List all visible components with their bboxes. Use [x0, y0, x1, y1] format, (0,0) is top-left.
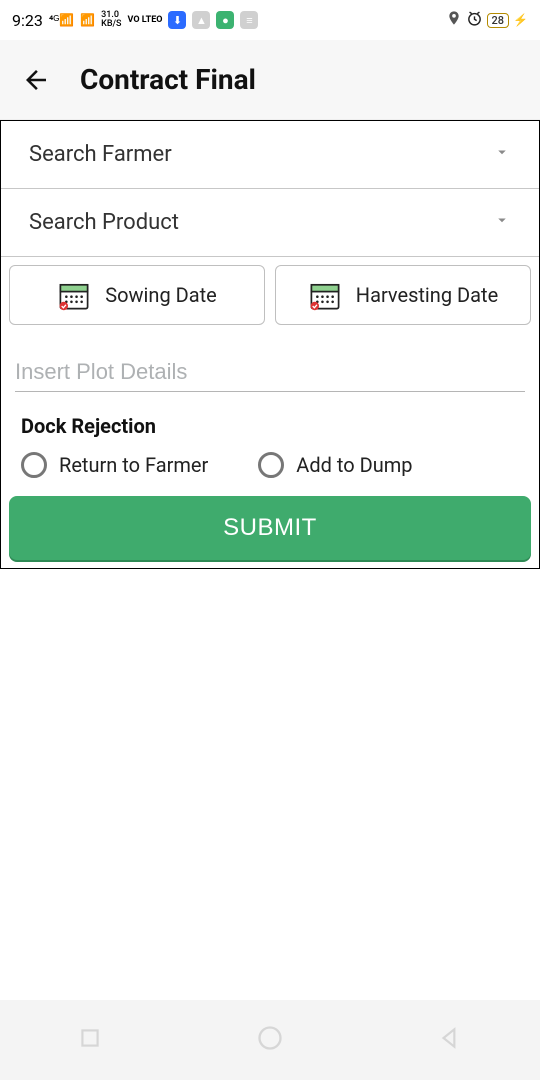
add-to-dump-radio[interactable]: Add to Dump	[258, 452, 412, 478]
status-bar: 9:23 ⁴ᴳ📶 📶 31.0KB/S VO LTEO ⬇ ▲ ● ≡ 28 ⚡	[0, 0, 540, 40]
app-icon-1: ⬇	[168, 11, 186, 29]
form-container: Search Farmer Search Product Sowing Date…	[0, 120, 540, 569]
return-to-farmer-label: Return to Farmer	[59, 453, 208, 477]
alarm-icon	[466, 10, 483, 31]
farmer-dropdown-label: Search Farmer	[29, 142, 172, 167]
app-icon-4: ≡	[240, 11, 258, 29]
dock-rejection-title: Dock Rejection	[21, 414, 519, 438]
radio-unchecked-icon	[21, 452, 47, 478]
app-header: Contract Final	[0, 40, 540, 120]
calendar-icon	[57, 278, 91, 312]
add-to-dump-label: Add to Dump	[296, 453, 412, 477]
app-icon-3: ●	[216, 11, 234, 29]
nav-home-icon[interactable]	[256, 1024, 284, 1056]
charging-icon: ⚡	[513, 13, 528, 27]
app-icon-2: ▲	[192, 11, 210, 29]
nav-back-icon[interactable]	[437, 1025, 463, 1055]
radio-unchecked-icon	[258, 452, 284, 478]
volte-label: VO LTEO	[128, 16, 163, 25]
signal-4g-icon: ⁴ᴳ📶	[49, 13, 74, 27]
product-dropdown[interactable]: Search Product	[1, 189, 539, 257]
system-nav-bar	[0, 1000, 540, 1080]
nav-recent-icon[interactable]	[77, 1025, 103, 1055]
page-title: Contract Final	[80, 63, 256, 96]
submit-button[interactable]: SUBMIT	[9, 496, 531, 560]
chevron-down-icon	[493, 142, 511, 167]
battery-indicator: 28	[487, 13, 510, 28]
location-icon	[446, 10, 462, 30]
chevron-down-icon	[493, 210, 511, 235]
back-button[interactable]	[16, 60, 56, 100]
signal-icon: 📶	[80, 13, 95, 27]
harvesting-date-button[interactable]: Harvesting Date	[275, 265, 531, 325]
net-speed: 31.0KB/S	[101, 11, 121, 29]
farmer-dropdown[interactable]: Search Farmer	[1, 121, 539, 189]
sowing-date-label: Sowing Date	[105, 283, 217, 307]
sowing-date-button[interactable]: Sowing Date	[9, 265, 265, 325]
plot-details-input[interactable]	[15, 353, 525, 392]
arrow-left-icon	[21, 65, 51, 95]
return-to-farmer-radio[interactable]: Return to Farmer	[21, 452, 208, 478]
calendar-icon	[308, 278, 342, 312]
status-time: 9:23	[12, 11, 43, 30]
harvesting-date-label: Harvesting Date	[356, 283, 498, 307]
product-dropdown-label: Search Product	[29, 210, 179, 235]
